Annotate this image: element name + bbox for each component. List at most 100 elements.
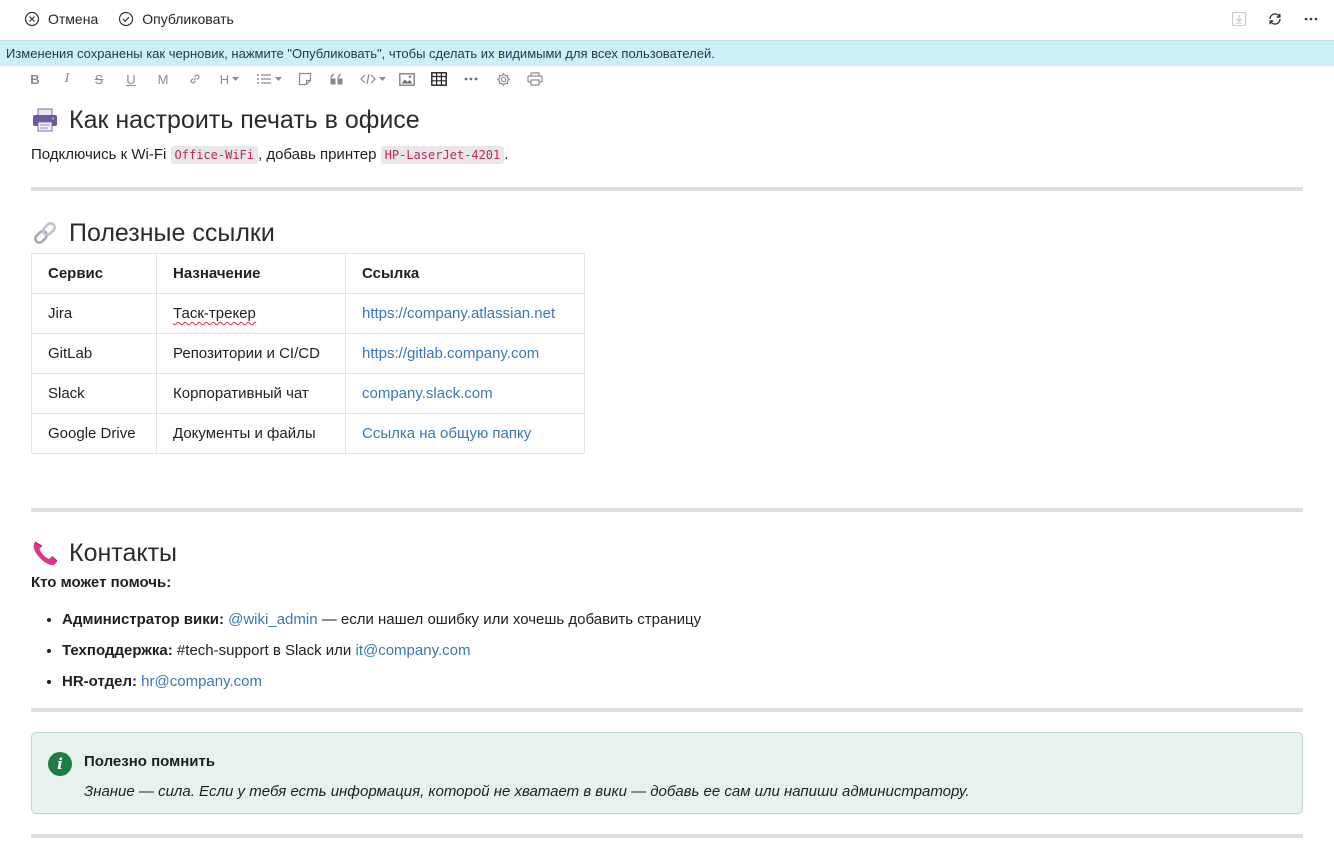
image-icon <box>399 72 415 86</box>
slack-link[interactable]: company.slack.com <box>362 385 493 402</box>
contact-label: Техподдержка: <box>62 642 173 659</box>
info-icon: i <box>48 752 72 776</box>
list-dropdown[interactable] <box>254 68 284 90</box>
gitlab-link[interactable]: https://gitlab.company.com <box>362 345 539 362</box>
quote-icon <box>330 73 343 85</box>
download-icon <box>1231 11 1247 27</box>
print-instructions: Подключись к Wi-Fi Office-WiFi, добавь п… <box>31 143 1303 167</box>
table-cell-purpose: Репозитории и CI/CD <box>156 333 346 374</box>
italic-button[interactable]: I <box>56 68 78 90</box>
links-table: Сервис Назначение Ссылка Jira Таск-треке… <box>31 253 585 454</box>
divider <box>31 187 1303 191</box>
code-icon <box>359 73 376 85</box>
wifi-code: Office-WiFi <box>170 146 258 164</box>
cancel-circle-icon <box>24 11 40 27</box>
drive-folder-link[interactable]: Ссылка на общую папку <box>362 425 531 442</box>
wiki-admin-link[interactable]: @wiki_admin <box>228 611 317 628</box>
contact-text: — если нашел ошибку или хочешь добавить … <box>317 611 702 628</box>
image-button[interactable] <box>396 68 418 90</box>
printer-code: HP-LaserJet-4201 <box>380 146 505 164</box>
table-cell-purpose: Корпоративный чат <box>156 373 346 414</box>
quote-button[interactable] <box>326 68 348 90</box>
list-item: Администратор вики: @wiki_admin — если н… <box>62 604 1303 635</box>
contact-text: #tech-support в Slack или <box>172 642 356 659</box>
jira-link[interactable]: https://company.atlassian.net <box>362 305 555 322</box>
info-note: i Полезно помнить Знание — сила. Если у … <box>31 732 1303 814</box>
refresh-button[interactable] <box>1260 4 1290 34</box>
table-cell-service: Jira <box>31 293 157 334</box>
print-text-middle: , добавь принтер <box>258 146 381 163</box>
divider <box>31 708 1303 712</box>
underline-button[interactable]: U <box>120 68 142 90</box>
contacts-list: Администратор вики: @wiki_admin — если н… <box>31 604 1303 697</box>
mark-button[interactable]: M <box>152 68 174 90</box>
link-icon <box>190 74 200 84</box>
phone-emoji-icon <box>31 539 59 567</box>
refresh-icon <box>1269 13 1281 25</box>
command-bar: Отмена Опубликовать <box>0 0 1334 38</box>
contacts-section-heading: Контакты <box>31 533 1303 573</box>
printer-icon <box>527 72 543 86</box>
hr-email-link[interactable]: hr@company.com <box>141 673 262 690</box>
print-text-before: Подключись к Wi-Fi <box>31 146 171 163</box>
list-icon <box>256 74 271 84</box>
contact-label: Администратор вики: <box>62 611 224 628</box>
print-button[interactable] <box>524 68 546 90</box>
table-icon <box>431 72 447 86</box>
contacts-subtitle: Кто может помочь: <box>31 574 172 591</box>
misspelled-text: Таск-трекер <box>173 305 256 322</box>
sticky-note-icon <box>298 72 312 86</box>
more-horizontal-icon <box>464 77 478 81</box>
print-text-after: . <box>504 146 509 163</box>
divider <box>31 834 1303 838</box>
page-content: Как настроить печать в офисе Подключись … <box>31 100 1303 838</box>
bold-button[interactable]: B <box>24 68 46 90</box>
table-header-cell: Назначение <box>156 253 346 294</box>
more-format-button[interactable] <box>460 68 482 90</box>
it-email-link[interactable]: it@company.com <box>355 642 470 659</box>
table-cell-service: GitLab <box>31 333 157 374</box>
more-options-button[interactable] <box>1296 4 1326 34</box>
print-section-title: Как настроить печать в офисе <box>69 105 420 134</box>
check-circle-icon <box>119 11 134 27</box>
table-row: GitLab Репозитории и CI/CD https://gitla… <box>31 333 585 374</box>
download-button[interactable] <box>1224 4 1254 34</box>
link-button[interactable] <box>184 68 206 90</box>
note-body: Знание — сила. Если у тебя есть информац… <box>84 783 970 800</box>
table-header-cell: Ссылка <box>345 253 585 294</box>
caret-down-icon <box>232 77 240 81</box>
table-cell-service: Slack <box>31 373 157 414</box>
gear-icon <box>496 72 510 86</box>
command-bar-right <box>1224 0 1326 38</box>
list-item: HR-отдел: hr@company.com <box>62 666 1303 697</box>
cancel-label: Отмена <box>48 11 99 27</box>
printer-emoji-icon <box>31 106 59 134</box>
editor-toolbar: B I S U M H <box>24 68 546 90</box>
table-row: Google Drive Документы и файлы Ссылка на… <box>31 413 585 454</box>
settings-button[interactable] <box>492 68 514 90</box>
cancel-button[interactable]: Отмена <box>14 0 108 38</box>
list-item: Техподдержка: #tech-support в Slack или … <box>62 635 1303 666</box>
link-emoji-icon <box>31 219 59 247</box>
note-button[interactable] <box>294 68 316 90</box>
heading-label: H <box>219 71 230 87</box>
table-row: Slack Корпоративный чат company.slack.co… <box>31 373 585 414</box>
heading-dropdown[interactable]: H <box>216 68 244 90</box>
table-cell-purpose: Документы и файлы <box>156 413 346 454</box>
publish-button[interactable]: Опубликовать <box>108 0 244 38</box>
contact-label: HR-отдел: <box>62 673 137 690</box>
note-title: Полезно помнить <box>84 753 216 770</box>
table-button[interactable] <box>428 68 450 90</box>
caret-down-icon <box>378 77 386 81</box>
links-section-title: Полезные ссылки <box>69 218 275 247</box>
table-cell-link: Ссылка на общую папку <box>345 413 585 454</box>
divider <box>31 508 1303 512</box>
code-dropdown[interactable] <box>358 68 388 90</box>
strikethrough-button[interactable]: S <box>88 68 110 90</box>
draft-info-banner: Изменения сохранены как черновик, нажмит… <box>0 40 1334 66</box>
more-horizontal-icon <box>1304 17 1318 21</box>
caret-down-icon <box>274 77 282 81</box>
publish-label: Опубликовать <box>142 11 234 27</box>
table-cell-purpose: Таск-трекер <box>156 293 346 334</box>
table-cell-link: https://company.atlassian.net <box>345 293 585 334</box>
